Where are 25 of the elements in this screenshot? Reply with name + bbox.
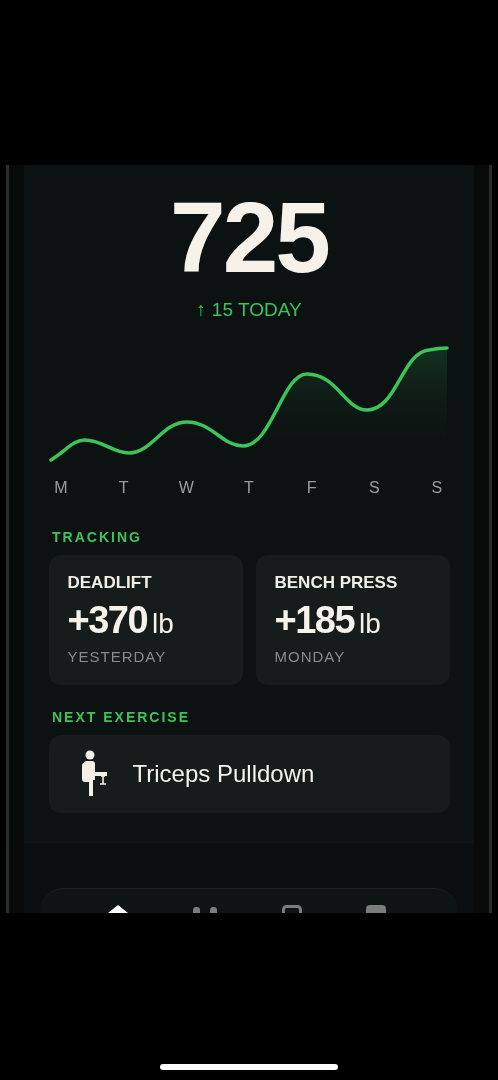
- tab-icon[interactable]: [108, 905, 128, 913]
- weight-amount: +370: [67, 599, 148, 642]
- section-heading: NEXT EXERCISE: [52, 709, 191, 725]
- exercise-name: BENCH PRESS: [274, 573, 399, 593]
- weight-unit: lb: [152, 608, 174, 640]
- score-value: 725: [170, 187, 328, 287]
- change-label: 15 TODAY: [211, 299, 302, 321]
- exercise-name: DEADLIFT: [67, 573, 153, 593]
- day-label: W: [177, 479, 195, 497]
- day-label: S: [430, 479, 444, 497]
- exercise-title: Triceps Pulldown: [132, 760, 315, 788]
- exercise-card[interactable]: Triceps Pulldown: [48, 735, 450, 813]
- tracking-card[interactable]: BENCH PRESS +185 lb MONDAY: [255, 555, 450, 685]
- up-arrow-icon: ↑: [196, 299, 206, 321]
- date-label: YESTERDAY: [67, 648, 168, 665]
- weight-amount: +185: [274, 599, 355, 642]
- day-label: T: [243, 479, 255, 497]
- day-label: M: [53, 479, 69, 497]
- tracking-card[interactable]: DEADLIFT +370 lb YESTERDAY: [48, 555, 243, 685]
- day-label: T: [117, 479, 130, 497]
- day-label: S: [367, 479, 381, 497]
- date-label: MONDAY: [274, 648, 347, 665]
- day-label: F: [305, 479, 318, 497]
- section-heading: TRACKING: [52, 529, 142, 545]
- weight-unit: lb: [359, 608, 381, 640]
